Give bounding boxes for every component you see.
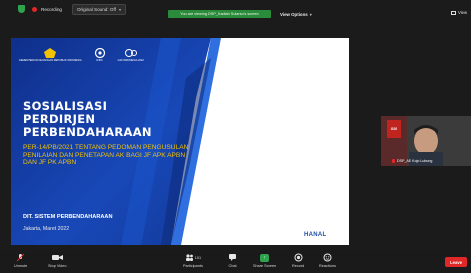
- g20-emblem-icon: [124, 49, 137, 57]
- kemenkeu-logo-text: KEMENTERIAN KEUANGAN REPUBLIK INDONESIA: [19, 59, 82, 62]
- zoom-window: Recording Original Sound: Off ▾ You are …: [0, 0, 471, 273]
- recording-dot-icon: [32, 6, 37, 12]
- record-icon: [294, 253, 303, 262]
- kemenkeu-logo: KEMENTERIAN KEUANGAN REPUBLIK INDONESIA: [19, 48, 82, 62]
- chat-button[interactable]: Chat: [228, 253, 237, 268]
- view-options-label: View Options: [280, 11, 308, 17]
- leave-button[interactable]: Leave: [445, 257, 467, 267]
- share-screen-icon: ↑: [260, 253, 270, 262]
- view-label: View: [457, 10, 467, 15]
- g20-background-badge: G20: [387, 120, 401, 138]
- djpb-logo: DJPb: [94, 48, 106, 62]
- unmute-label: Unmute: [14, 264, 28, 268]
- record-button[interactable]: Record: [292, 253, 304, 268]
- slide-department: DIT. SISTEM PERBENDAHARAAN: [23, 214, 113, 220]
- record-label: Record: [292, 264, 305, 268]
- original-sound-toggle[interactable]: Original Sound: Off ▾: [71, 3, 126, 15]
- kemenkeu-emblem-icon: [44, 48, 57, 58]
- chevron-down-icon: ▾: [118, 6, 121, 12]
- shared-screen-slide: KEMENTERIAN KEUANGAN REPUBLIK INDONESIA …: [11, 38, 349, 245]
- muted-microphone-icon: [16, 253, 25, 262]
- slide-logos: KEMENTERIAN KEUANGAN REPUBLIK INDONESIA …: [19, 48, 144, 62]
- participant-name-label: DSP_AE Kojo Lubung: [392, 159, 432, 163]
- slide-title-line-3: PERBENDAHARAAN: [23, 125, 152, 139]
- reactions-label: Reactions: [319, 264, 336, 268]
- participants-button[interactable]: 101 Participants: [183, 253, 203, 268]
- participant-name: DSP_AE Kojo Lubung: [397, 159, 433, 163]
- slide-subtitle: PER-14/PB/2021 TENTANG PEDOMAN PENGUSULA…: [23, 144, 189, 167]
- slide-title: SOSIALISASI PERDIRJEN PERBENDAHARAAN: [23, 100, 152, 139]
- original-sound-label: Original Sound: Off: [76, 6, 116, 12]
- grid-view-icon: [450, 10, 456, 15]
- djpb-logo-text: DJPb: [96, 59, 103, 62]
- viewing-screen-notice: You are viewing DSP_Kadiah Sularso's scr…: [168, 10, 271, 18]
- share-screen-button[interactable]: ↑ Share Screen: [253, 253, 276, 268]
- g20-logo: G20 INDONESIA 2022: [118, 48, 144, 62]
- smiley-icon: [323, 253, 332, 262]
- stop-video-label: Stop Video: [48, 264, 67, 268]
- unmute-button[interactable]: Unmute: [14, 253, 27, 268]
- view-options-menu[interactable]: View Options ▾: [280, 10, 312, 18]
- chat-bubble-icon: [228, 253, 237, 262]
- participants-label: Participants: [183, 264, 203, 268]
- meeting-status: Recording Original Sound: Off ▾: [18, 0, 126, 18]
- view-layout-button[interactable]: View: [450, 10, 467, 15]
- participants-count: 101: [194, 255, 202, 260]
- djpb-emblem-icon: [94, 48, 105, 58]
- stop-video-button[interactable]: Stop Video: [48, 253, 67, 268]
- share-screen-label: Share Screen: [253, 264, 277, 268]
- security-shield-icon[interactable]: [18, 5, 25, 13]
- video-camera-icon: [51, 253, 63, 262]
- meeting-toolbar: Unmute Stop Video 101 Participants Chat …: [0, 251, 471, 273]
- slide-date: Jakarta, Maret 2022: [23, 226, 70, 232]
- chat-label: Chat: [228, 264, 237, 268]
- participants-icon: 101: [185, 253, 201, 262]
- hanal-logo-text: HANAL: [304, 232, 327, 238]
- chevron-down-icon: ▾: [309, 11, 312, 17]
- muted-mic-icon: [392, 159, 395, 163]
- g20-logo-text: G20 INDONESIA 2022: [117, 59, 144, 62]
- reactions-button[interactable]: Reactions: [319, 253, 336, 268]
- recording-label: Recording: [41, 6, 62, 12]
- participant-video-tile[interactable]: G20 DSP_AE Kojo Lubung: [381, 116, 471, 166]
